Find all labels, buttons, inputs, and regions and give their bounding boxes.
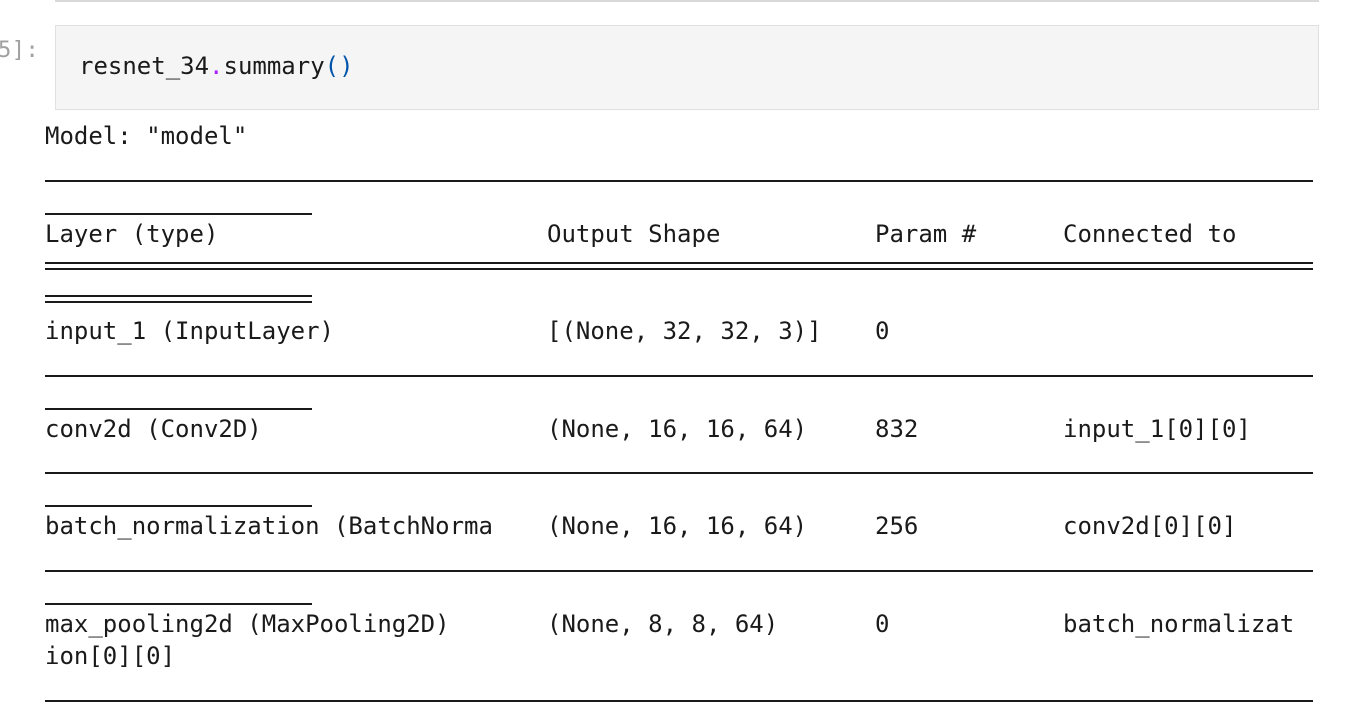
row-separator: [45, 700, 1313, 702]
header-param-count: Param #: [875, 220, 977, 248]
row-output-shape: (None, 16, 16, 64): [547, 415, 808, 443]
code-cell-input[interactable]: resnet_34.summary(): [55, 25, 1319, 110]
header-output-shape: Output Shape: [547, 220, 721, 248]
row-output-shape: (None, 8, 8, 64): [547, 610, 779, 638]
row-params: 832: [875, 415, 919, 443]
code-dot: .: [209, 52, 224, 80]
row-layer: max_pooling2d (MaxPooling2D): [45, 610, 450, 638]
header-double-rule-wrap: [45, 295, 312, 303]
row-separator: [45, 570, 1313, 572]
row-params: 0: [875, 610, 890, 638]
row-separator-wrap: [45, 408, 312, 410]
row-layer: conv2d (Conv2D): [45, 415, 262, 443]
code-parens: (): [324, 52, 354, 80]
row-connected-wrap: ion[0][0]: [45, 642, 176, 670]
row-separator-wrap: [45, 603, 312, 605]
row-connected: conv2d[0][0]: [1063, 512, 1237, 540]
row-output-shape: [(None, 32, 32, 3)]: [547, 317, 822, 345]
model-name-line: Model: "model": [45, 122, 248, 150]
row-layer: input_1 (InputLayer): [45, 317, 334, 345]
table-top-rule-wrap: [45, 213, 312, 215]
row-connected: input_1[0][0]: [1063, 415, 1251, 443]
header-connected-to: Connected to: [1063, 220, 1237, 248]
row-params: 0: [875, 317, 890, 345]
row-separator: [45, 375, 1313, 377]
row-layer: batch_normalization (BatchNorma: [45, 512, 493, 540]
table-top-rule: [45, 180, 1313, 182]
row-params: 256: [875, 512, 919, 540]
header-layer-type: Layer (type): [45, 220, 219, 248]
code-method: summary: [223, 52, 325, 80]
row-output-shape: (None, 16, 16, 64): [547, 512, 808, 540]
code-line: resnet_34.summary(): [79, 52, 354, 80]
previous-cell-border: [55, 0, 1319, 2]
row-connected: batch_normalizat: [1063, 610, 1295, 638]
code-object: resnet_34: [79, 52, 210, 80]
cell-prompt: 5]:: [0, 38, 40, 63]
row-separator-wrap: [45, 505, 312, 507]
row-separator: [45, 472, 1313, 474]
header-double-rule: [45, 262, 1313, 270]
